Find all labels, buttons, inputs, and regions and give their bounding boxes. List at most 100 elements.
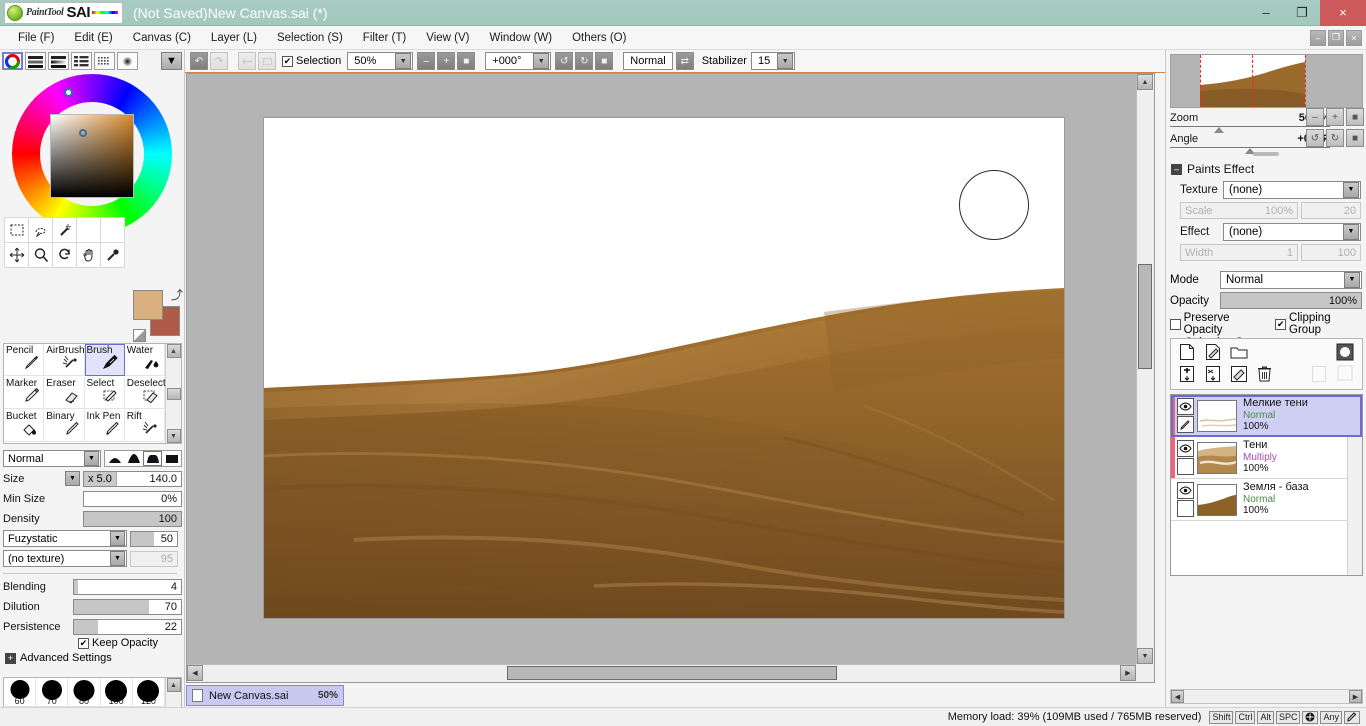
layer-list[interactable]: Мелкие тени Normal 100% Тени Multiply 10…: [1170, 394, 1363, 576]
magic-wand-icon[interactable]: [52, 217, 77, 243]
layer-opacity-slider[interactable]: 100%: [1220, 292, 1362, 309]
navigator-thumbnail[interactable]: [1170, 54, 1363, 108]
paints-effect-header[interactable]: – Paints Effect: [1171, 162, 1254, 176]
menu-others[interactable]: Others (O): [562, 29, 636, 47]
menu-filter[interactable]: Filter (T): [353, 29, 416, 47]
gradient-icon[interactable]: [117, 52, 138, 70]
preset-item[interactable]: 70: [36, 678, 69, 707]
blank-tool-slot-1[interactable]: [76, 217, 101, 243]
texture-combo[interactable]: (no texture) ▼: [3, 550, 127, 567]
panel-resize-grip[interactable]: [1253, 152, 1279, 156]
layer-row-shadows[interactable]: Тени Multiply 100%: [1171, 437, 1362, 479]
menu-view[interactable]: View (V): [416, 29, 479, 47]
navigator-rotate-cw-button[interactable]: ↻: [1326, 129, 1344, 147]
tool-select[interactable]: Select: [84, 377, 125, 409]
rotate-icon[interactable]: [52, 242, 77, 268]
navigator-rotate-reset-button[interactable]: ■: [1346, 129, 1364, 147]
advanced-settings-row[interactable]: + Advanced Settings: [5, 652, 185, 664]
canvas-vscroll-thumb[interactable]: [1138, 264, 1152, 369]
blank-tool-slot-2[interactable]: [100, 217, 125, 243]
right-panel-scroll-right[interactable]: ▶: [1349, 690, 1362, 703]
pe-effect-combo[interactable]: (none) ▼: [1223, 222, 1361, 241]
blend-mode-combo[interactable]: Normal ▼: [3, 450, 101, 467]
pe-texture-dropdown-arrow[interactable]: ▼: [1343, 181, 1359, 198]
preset-item[interactable]: 120: [132, 678, 165, 707]
new-folder-icon[interactable]: [1229, 342, 1248, 361]
navigator-rotate-ccw-button[interactable]: ↺: [1306, 129, 1324, 147]
shape-soft-icon[interactable]: [105, 451, 124, 466]
merge-down-icon[interactable]: [1309, 364, 1328, 383]
tool-brush[interactable]: Brush: [84, 344, 125, 376]
pe-effect-dropdown-arrow[interactable]: ▼: [1343, 223, 1359, 240]
tool-airbrush[interactable]: AirBrush: [44, 344, 85, 376]
angle-combo[interactable]: +000° ▼: [485, 52, 552, 70]
canvas-area[interactable]: ▲ ▼ ◀ ▶: [186, 73, 1155, 683]
tool-bucket[interactable]: Bucket: [4, 410, 45, 442]
flip-view-button[interactable]: ⇄: [675, 52, 694, 70]
menu-edit[interactable]: Edit (E): [64, 29, 122, 47]
canvas-horizontal-scrollbar[interactable]: ◀ ▶: [187, 664, 1136, 682]
color-wheel[interactable]: [12, 74, 172, 234]
keep-opacity-row[interactable]: ✔ Keep Opacity: [78, 637, 185, 649]
sv-selector-dot[interactable]: [79, 129, 87, 137]
zoom-in-button[interactable]: +: [437, 52, 456, 70]
tool-marker[interactable]: Marker: [4, 377, 45, 409]
swatches-icon[interactable]: [94, 52, 115, 70]
navigator-zoom-in-button[interactable]: +: [1326, 108, 1344, 126]
rect-select-icon[interactable]: [4, 217, 29, 243]
window-maximize-button[interactable]: ❐: [1284, 0, 1320, 26]
canvas-scroll-left[interactable]: ◀: [187, 665, 203, 681]
stabilizer-dropdown-arrow[interactable]: ▼: [777, 53, 794, 69]
tool-list-scroll-thumb[interactable]: [166, 387, 181, 400]
clear-layer-icon[interactable]: [1229, 364, 1248, 383]
canvas-viewport[interactable]: [187, 74, 1136, 664]
tool-pencil[interactable]: Pencil: [4, 344, 45, 376]
clipping-group-checkbox[interactable]: ✔: [1275, 318, 1287, 330]
preserve-opacity-checkbox[interactable]: [1170, 318, 1181, 330]
blank-icon[interactable]: [1177, 458, 1194, 475]
rotate-reset-button[interactable]: ■: [595, 52, 614, 70]
blotmap-slider[interactable]: 50: [130, 530, 178, 547]
advanced-settings-expand-icon[interactable]: +: [5, 652, 16, 664]
size-dropdown-arrow[interactable]: ▼: [65, 471, 80, 486]
size-slider[interactable]: x 5.0 140.0: [83, 470, 182, 487]
add-layer-below-icon[interactable]: [1177, 364, 1196, 383]
hsv-slider-icon[interactable]: [48, 52, 69, 70]
tool-binary[interactable]: Binary: [44, 410, 85, 442]
min-size-slider[interactable]: 0%: [83, 490, 182, 507]
tool-deselect[interactable]: Deselect: [124, 377, 166, 409]
angle-dropdown-arrow[interactable]: ▼: [533, 53, 550, 69]
right-panel-horizontal-scrollbar[interactable]: ◀ ▶: [1170, 689, 1363, 704]
selection-toggle[interactable]: ✔ Selection: [282, 55, 341, 67]
new-linework-layer-icon[interactable]: [1203, 342, 1222, 361]
menu-canvas[interactable]: Canvas (C): [123, 29, 201, 47]
layer-row-ground-base[interactable]: Земля - база Normal 100%: [1171, 479, 1362, 521]
pe-texture-combo[interactable]: (none) ▼: [1223, 180, 1361, 199]
undo-button[interactable]: ↶: [190, 52, 208, 70]
selection-checkbox[interactable]: ✔: [282, 55, 293, 67]
canvas-vertical-scrollbar[interactable]: ▲ ▼: [1136, 74, 1154, 664]
dilution-slider[interactable]: 70: [73, 598, 182, 615]
rotate-cw-button[interactable]: ↻: [575, 52, 594, 70]
shape-medium-icon[interactable]: [124, 451, 143, 466]
density-slider[interactable]: 100: [83, 510, 182, 527]
stabilizer-combo[interactable]: 15 ▼: [750, 52, 796, 70]
shape-hard-icon[interactable]: [143, 451, 162, 466]
keep-opacity-checkbox[interactable]: ✔: [78, 637, 89, 649]
tool-water[interactable]: Water: [124, 344, 165, 376]
paints-effect-collapse-icon[interactable]: –: [1171, 163, 1182, 175]
preset-scroll-up[interactable]: ▲: [166, 678, 181, 692]
navigator-zoom-reset-button[interactable]: ■: [1346, 108, 1364, 126]
flip-horizontal-button[interactable]: [238, 52, 256, 70]
swap-colors-icon[interactable]: ⤴: [171, 286, 183, 303]
layer-mode-dropdown-arrow[interactable]: ▼: [1344, 271, 1360, 288]
canvas-scroll-down[interactable]: ▼: [1137, 648, 1153, 664]
move-icon[interactable]: [4, 242, 29, 268]
artwork-canvas[interactable]: [264, 118, 1064, 618]
redo-button[interactable]: ↷: [210, 52, 228, 70]
view-mode-box[interactable]: Normal: [623, 52, 673, 70]
canvas-scroll-up[interactable]: ▲: [1137, 74, 1153, 90]
zoom-reset-button[interactable]: ■: [457, 52, 476, 70]
lasso-select-icon[interactable]: [28, 217, 53, 243]
tool-list-scroll-up[interactable]: ▲: [166, 344, 181, 358]
